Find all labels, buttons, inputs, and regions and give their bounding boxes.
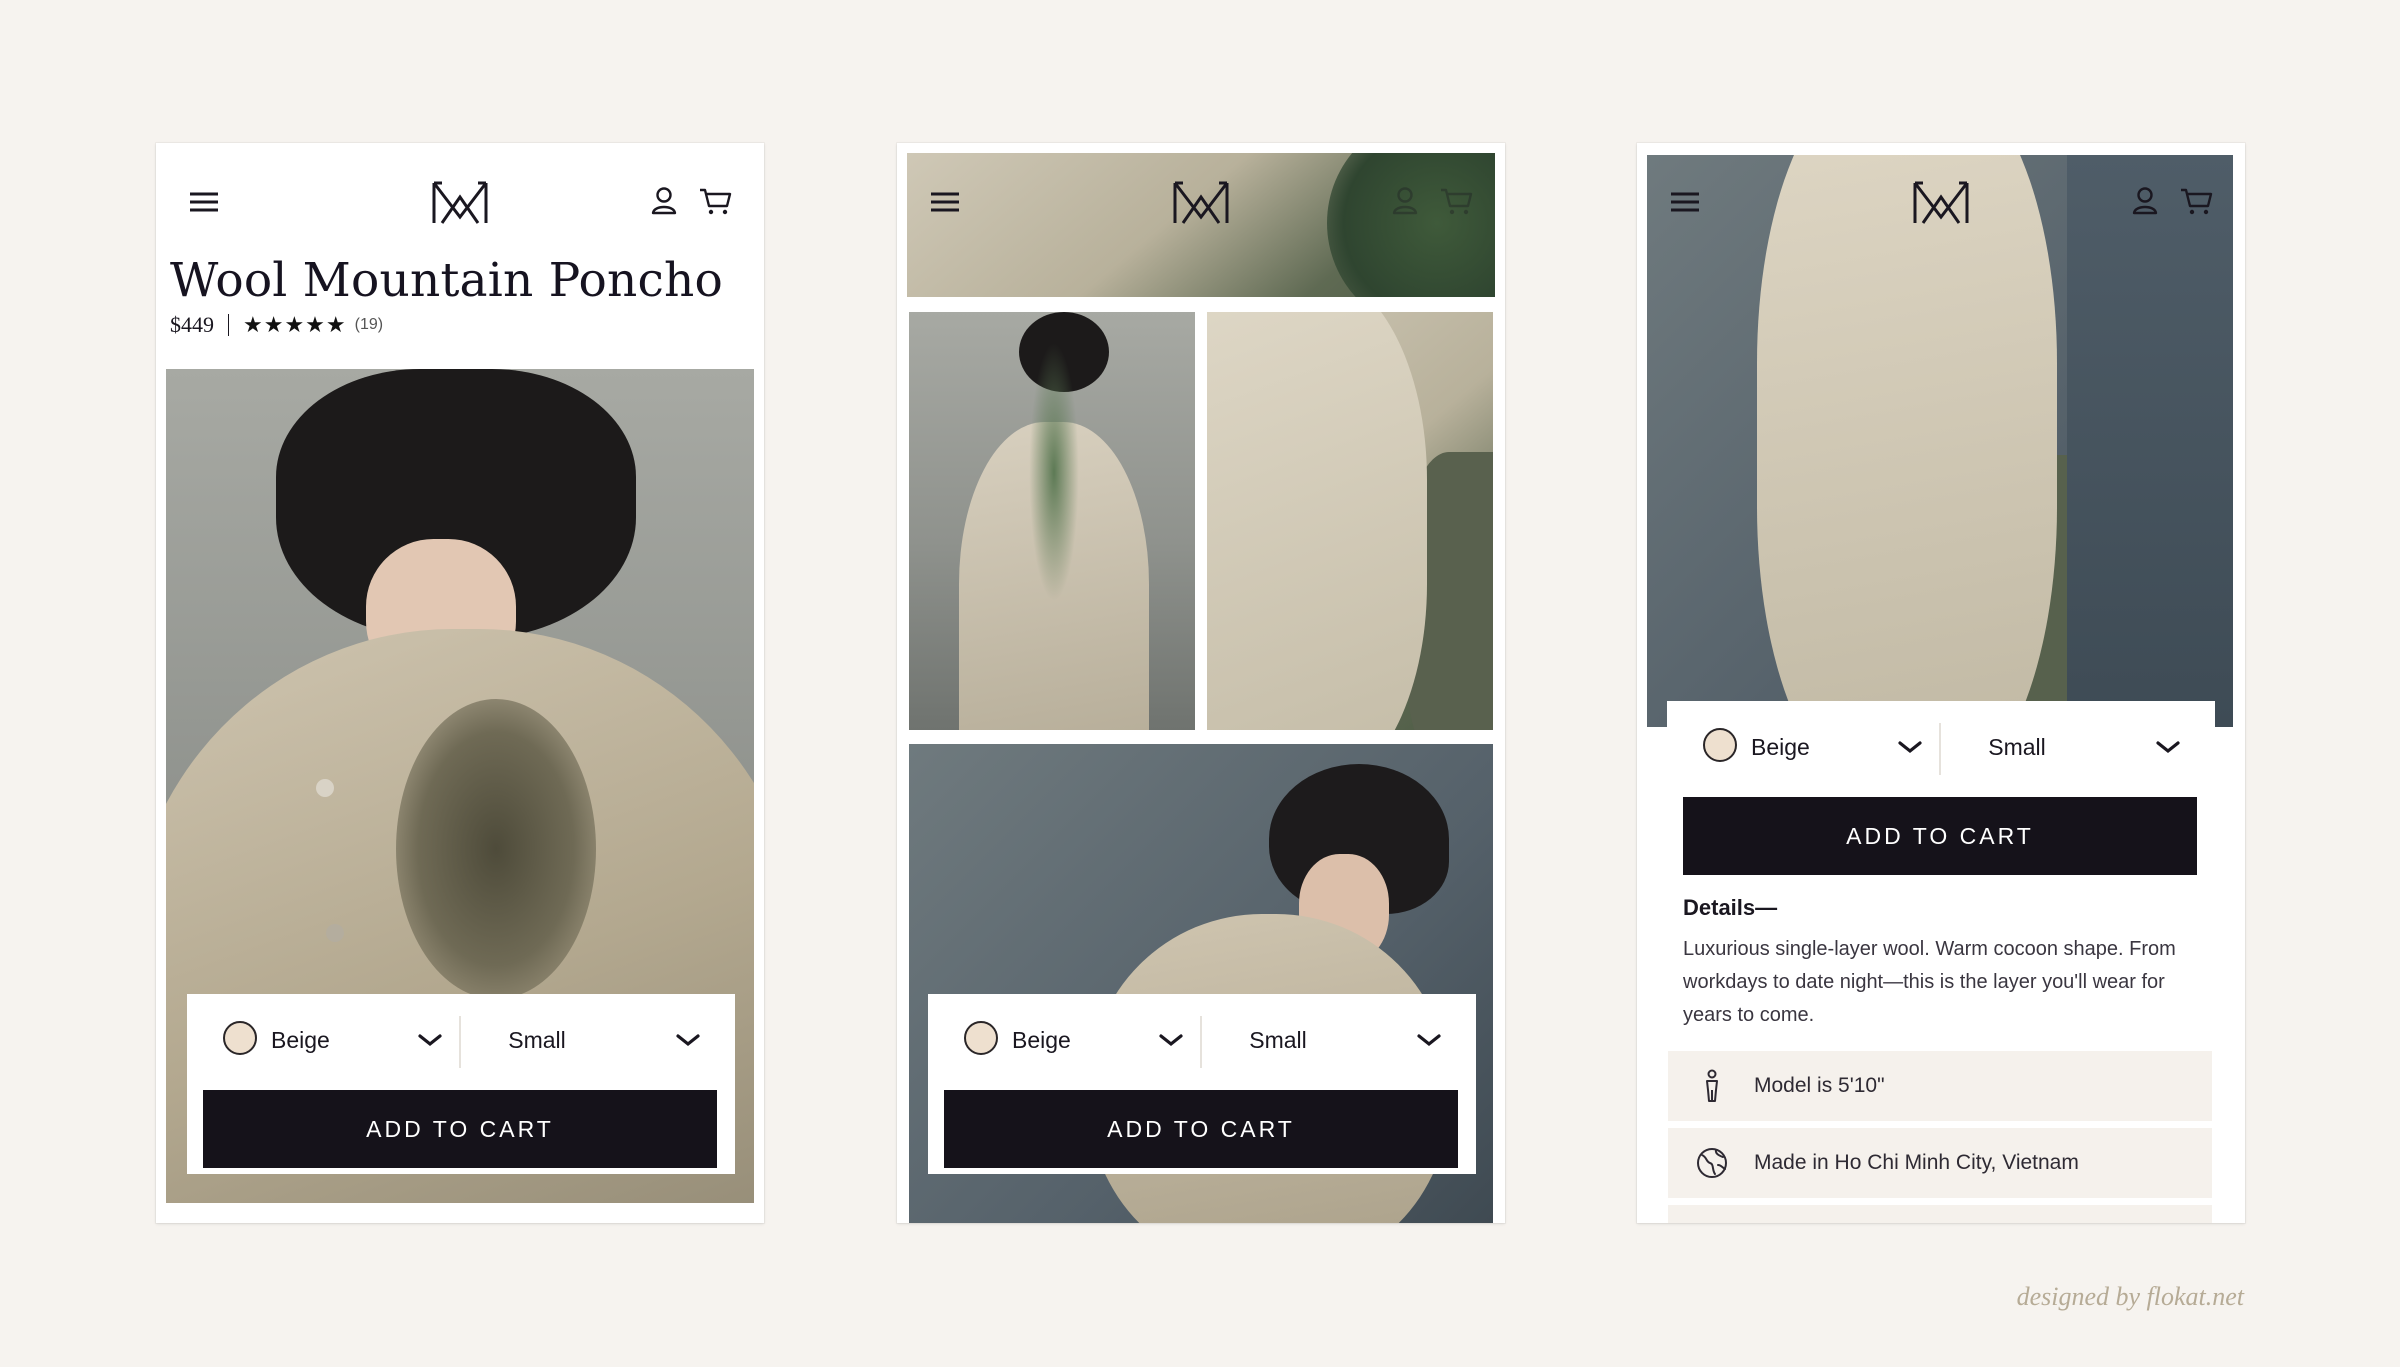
- add-to-cart-button[interactable]: ADD TO CART: [944, 1090, 1458, 1168]
- brand-logo-icon[interactable]: [1171, 173, 1231, 233]
- info-row-model-height: Model is 5'10": [1668, 1051, 2212, 1121]
- price-divider: [228, 314, 229, 336]
- person-figure-icon: [1694, 1068, 1730, 1104]
- chevron-down-icon: [1416, 1030, 1442, 1050]
- color-swatch: [223, 1021, 257, 1055]
- user-account-icon[interactable]: [2125, 181, 2165, 221]
- phone-screen-details: Beige Small ADD TO CART Details— Luxurio…: [1637, 143, 2245, 1223]
- variant-selectors: Beige Small: [187, 994, 735, 1086]
- add-to-cart-button[interactable]: ADD TO CART: [203, 1090, 717, 1168]
- top-nav: [156, 143, 764, 243]
- info-row-text: Model is 5'10": [1754, 1074, 1885, 1097]
- buy-box: Beige Small ADD TO CART: [1667, 701, 2215, 881]
- user-account-icon[interactable]: [1385, 181, 1425, 221]
- chevron-down-icon: [1158, 1030, 1184, 1050]
- photo-shape: [1029, 342, 1079, 602]
- add-to-cart-button[interactable]: ADD TO CART: [1683, 797, 2197, 875]
- info-row-origin: Made in Ho Chi Minh City, Vietnam: [1668, 1128, 2212, 1198]
- photo-shape: [1207, 312, 1427, 730]
- globe-icon: [1694, 1145, 1730, 1181]
- hamburger-menu-icon[interactable]: [184, 182, 224, 222]
- rating-stars: ★★★★★: [243, 312, 347, 337]
- color-select-value: Beige: [271, 1027, 330, 1053]
- product-price: $449: [170, 312, 214, 337]
- variant-selectors: Beige Small: [928, 994, 1476, 1086]
- color-select[interactable]: Beige: [207, 1014, 455, 1066]
- hamburger-menu-icon[interactable]: [1665, 182, 1705, 222]
- product-photo-gallery-2[interactable]: [1207, 312, 1493, 730]
- designer-credit: designed by flokat.net: [2016, 1282, 2244, 1311]
- shopping-cart-icon[interactable]: [696, 181, 736, 221]
- size-select-value: Small: [1988, 734, 2046, 760]
- details-description: Luxurious single-layer wool. Warm cocoon…: [1683, 938, 2176, 1026]
- select-divider: [1200, 1016, 1202, 1068]
- top-nav: [897, 143, 1505, 243]
- color-select-value: Beige: [1012, 1027, 1071, 1053]
- phone-screen-gallery: Beige Small ADD TO CART: [897, 143, 1505, 1223]
- color-swatch: [1703, 728, 1737, 762]
- brand-logo-icon[interactable]: [1911, 173, 1971, 233]
- review-count-link[interactable]: (19): [355, 316, 383, 334]
- size-select[interactable]: Small: [1208, 1014, 1456, 1066]
- chevron-down-icon: [675, 1030, 701, 1050]
- color-swatch: [964, 1021, 998, 1055]
- buy-box: Beige Small ADD TO CART: [928, 994, 1476, 1174]
- color-select[interactable]: Beige: [1687, 721, 1935, 773]
- shopping-cart-icon[interactable]: [2177, 181, 2217, 221]
- chevron-down-icon: [417, 1030, 443, 1050]
- brand-logo-icon[interactable]: [430, 173, 490, 233]
- details-heading: Details—: [1683, 895, 1778, 920]
- variant-selectors: Beige Small: [1667, 701, 2215, 793]
- info-row-text: Made in Ho Chi Minh City, Vietnam: [1754, 1151, 2079, 1174]
- price-rating-row: $449 ★★★★★ (19): [170, 309, 383, 341]
- buy-box: Beige Small ADD TO CART: [187, 994, 735, 1174]
- top-nav: [1637, 143, 2245, 243]
- size-select[interactable]: Small: [1947, 721, 2195, 773]
- size-select-value: Small: [1249, 1027, 1307, 1053]
- chevron-down-icon: [1897, 737, 1923, 757]
- photo-shape: [316, 779, 334, 797]
- product-photo-gallery-1[interactable]: [909, 312, 1195, 730]
- phone-screen-product-overview: Wool Mountain Poncho $449 ★★★★★ (19) Bei…: [156, 143, 764, 1223]
- color-select-value: Beige: [1751, 734, 1810, 760]
- shopping-cart-icon[interactable]: [1437, 181, 1477, 221]
- select-divider: [1939, 723, 1941, 775]
- photo-shape: [326, 924, 344, 942]
- color-select[interactable]: Beige: [948, 1014, 1196, 1066]
- photo-shape: [396, 699, 596, 999]
- select-divider: [459, 1016, 461, 1068]
- size-select[interactable]: Small: [467, 1014, 715, 1066]
- info-row-partial: [1668, 1205, 2212, 1223]
- product-title: Wool Mountain Poncho: [170, 253, 723, 308]
- chevron-down-icon: [2155, 737, 2181, 757]
- size-select-value: Small: [508, 1027, 566, 1053]
- hamburger-menu-icon[interactable]: [925, 182, 965, 222]
- user-account-icon[interactable]: [644, 181, 684, 221]
